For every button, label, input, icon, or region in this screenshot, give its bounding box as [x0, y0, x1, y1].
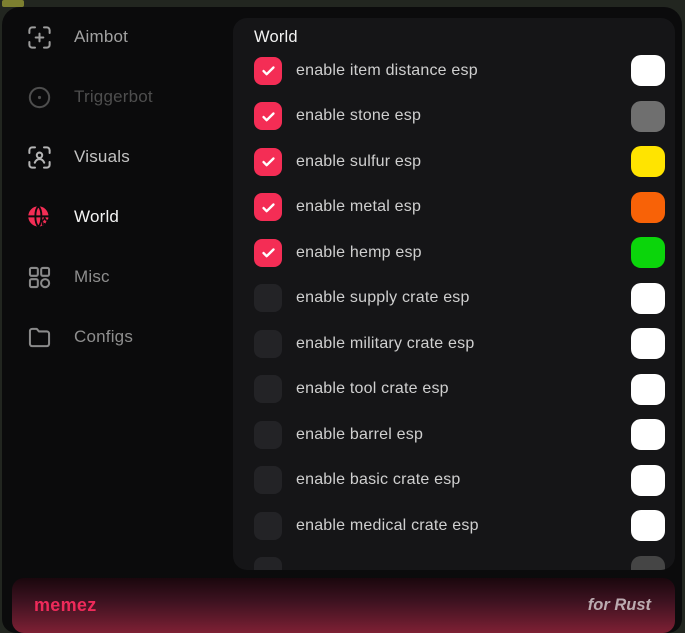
esp-option-label: enable basic crate esp [296, 471, 461, 489]
esp-checkbox[interactable] [254, 148, 282, 176]
target-circle-icon [26, 84, 53, 111]
esp-option-row [233, 549, 675, 571]
esp-option-row: enable supply crate esp [233, 276, 675, 322]
esp-checkbox[interactable] [254, 284, 282, 312]
esp-checkbox[interactable] [254, 466, 282, 494]
sidebar-item-triggerbot[interactable]: Triggerbot [2, 67, 228, 127]
sidebar-item-visuals[interactable]: Visuals [2, 127, 228, 187]
esp-option-row: enable sulfur esp [233, 139, 675, 185]
esp-color-swatch[interactable] [631, 556, 665, 570]
brand-name: memez [34, 595, 97, 616]
sidebar-item-label: Aimbot [74, 27, 128, 47]
esp-option-row: enable metal esp [233, 185, 675, 231]
esp-option-label: enable item distance esp [296, 62, 478, 80]
panel-title: World [254, 27, 675, 48]
esp-option-row: enable item distance esp [233, 48, 675, 94]
esp-option-row: enable medical crate esp [233, 503, 675, 549]
esp-option-row: enable basic crate esp [233, 458, 675, 504]
esp-option-row: enable barrel esp [233, 412, 675, 458]
esp-option-label: enable barrel esp [296, 426, 423, 444]
esp-color-swatch[interactable] [631, 465, 665, 496]
esp-color-swatch[interactable] [631, 419, 665, 450]
sidebar-item-label: Triggerbot [74, 87, 153, 107]
sidebar-item-label: Configs [74, 327, 133, 347]
esp-option-row: enable tool crate esp [233, 367, 675, 413]
brand-tagline: for Rust [588, 596, 651, 615]
checkmark-icon [260, 244, 277, 261]
sidebar-item-configs[interactable]: Configs [2, 307, 228, 367]
esp-checkbox[interactable] [254, 330, 282, 358]
esp-color-swatch[interactable] [631, 237, 665, 268]
esp-checkbox[interactable] [254, 512, 282, 540]
esp-color-swatch[interactable] [631, 328, 665, 359]
checkmark-icon [260, 62, 277, 79]
esp-option-label: enable military crate esp [296, 335, 474, 353]
esp-color-swatch[interactable] [631, 101, 665, 132]
sidebar-item-label: Visuals [74, 147, 130, 167]
categories-icon [26, 264, 53, 291]
esp-checkbox[interactable] [254, 375, 282, 403]
esp-checkbox[interactable] [254, 239, 282, 267]
footer-bar: memez for Rust [12, 578, 675, 633]
esp-option-label: enable metal esp [296, 198, 421, 216]
esp-checkbox[interactable] [254, 557, 282, 570]
sidebar-item-misc[interactable]: Misc [2, 247, 228, 307]
folder-icon [26, 324, 53, 351]
sidebar-item-label: Misc [74, 267, 110, 287]
sidebar-item-aimbot[interactable]: Aimbot [2, 7, 228, 67]
esp-color-swatch[interactable] [631, 283, 665, 314]
checkmark-icon [260, 153, 277, 170]
esp-option-label: enable stone esp [296, 107, 421, 125]
esp-checkbox[interactable] [254, 421, 282, 449]
sidebar-item-label: World [74, 207, 119, 227]
esp-color-swatch[interactable] [631, 55, 665, 86]
esp-color-swatch[interactable] [631, 192, 665, 223]
crosshair-scan-icon [26, 24, 53, 51]
esp-option-label: enable hemp esp [296, 244, 422, 262]
sidebar: Aimbot Triggerbot [2, 7, 228, 367]
esp-checkbox[interactable] [254, 102, 282, 130]
esp-color-swatch[interactable] [631, 374, 665, 405]
esp-option-row: enable military crate esp [233, 321, 675, 367]
esp-checkbox[interactable] [254, 193, 282, 221]
globe-icon [26, 204, 53, 231]
cheat-menu-window: Aimbot Triggerbot [2, 7, 682, 633]
esp-option-list: enable item distance esp enable stone es… [233, 48, 675, 570]
esp-color-swatch[interactable] [631, 510, 665, 541]
esp-option-row: enable stone esp [233, 94, 675, 140]
person-scan-icon [26, 144, 53, 171]
esp-color-swatch[interactable] [631, 146, 665, 177]
sidebar-item-world[interactable]: World [2, 187, 228, 247]
esp-option-label: enable supply crate esp [296, 289, 470, 307]
background-game-artifact [2, 0, 24, 7]
esp-option-label: enable tool crate esp [296, 380, 449, 398]
world-settings-panel: World enable item distance esp enable st… [233, 18, 675, 570]
esp-option-row: enable hemp esp [233, 230, 675, 276]
checkmark-icon [260, 108, 277, 125]
esp-checkbox[interactable] [254, 57, 282, 85]
esp-option-label: enable sulfur esp [296, 153, 421, 171]
checkmark-icon [260, 199, 277, 216]
esp-option-label: enable medical crate esp [296, 517, 479, 535]
